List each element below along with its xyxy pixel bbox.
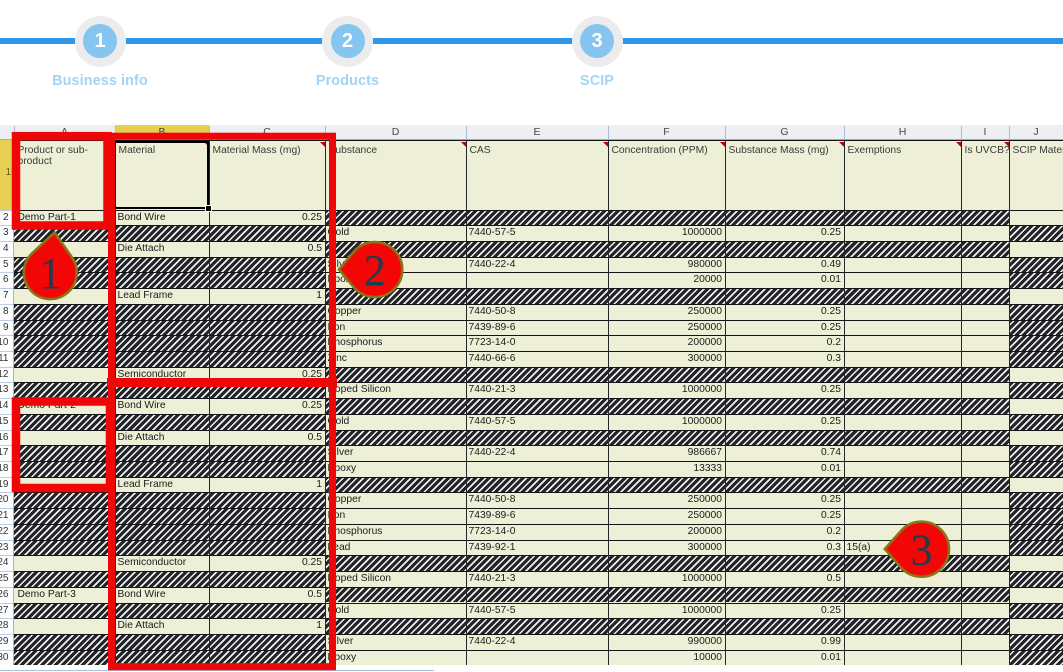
svg-text:1: 1 xyxy=(39,249,61,298)
svg-text:2: 2 xyxy=(364,246,386,295)
svg-text:3: 3 xyxy=(911,526,933,575)
